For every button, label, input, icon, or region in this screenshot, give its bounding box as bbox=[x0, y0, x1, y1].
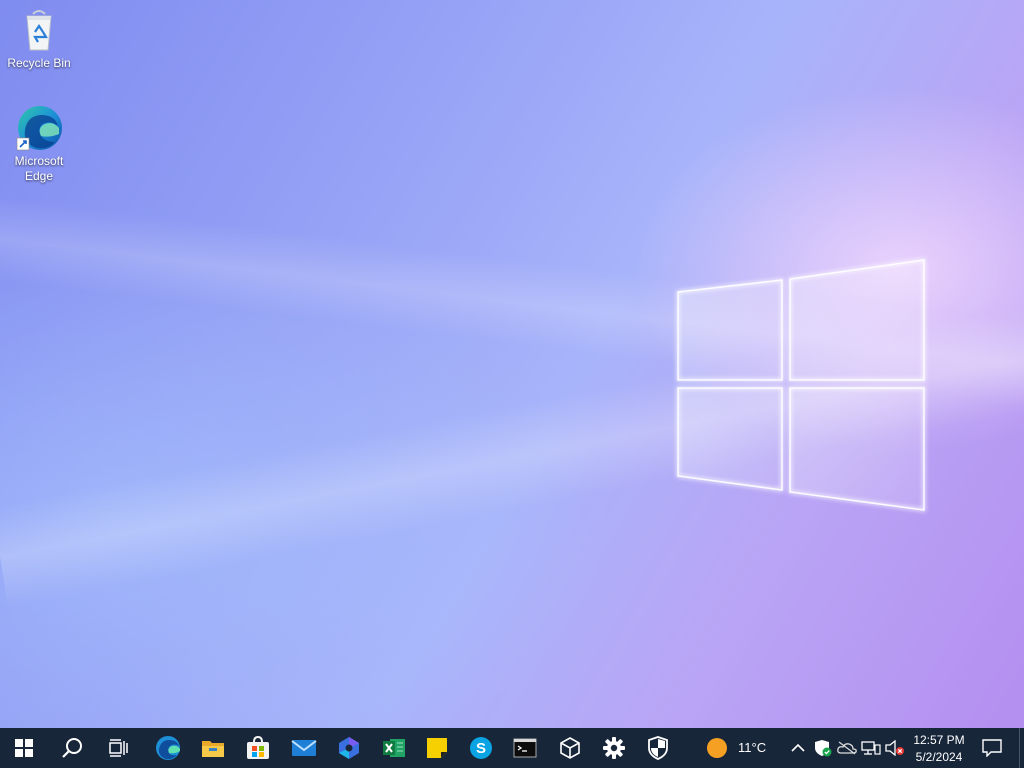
defender-icon bbox=[815, 740, 832, 757]
sun-icon bbox=[707, 738, 727, 758]
settings-icon bbox=[603, 737, 625, 759]
task-view-button[interactable] bbox=[97, 728, 141, 768]
show-hidden-icons-button[interactable] bbox=[787, 728, 809, 768]
svg-text:S: S bbox=[476, 740, 486, 757]
tray-volume[interactable] bbox=[883, 728, 907, 768]
sticky-notes-icon bbox=[427, 738, 447, 758]
task-view-icon bbox=[109, 739, 128, 757]
taskbar-app-excel[interactable] bbox=[372, 728, 416, 768]
recycle-bin-icon bbox=[15, 6, 63, 54]
taskbar-app-microsoft-store[interactable] bbox=[236, 728, 280, 768]
edge-icon bbox=[156, 736, 180, 760]
windows-logo-wallpaper bbox=[676, 258, 926, 512]
weather-temperature: 11°C bbox=[738, 740, 767, 755]
onedrive-icon bbox=[837, 741, 857, 755]
clock-date: 5/2/2024 bbox=[915, 750, 963, 764]
show-desktop-button[interactable] bbox=[1019, 728, 1024, 768]
chevron-up-icon bbox=[791, 743, 805, 752]
tray-defender[interactable] bbox=[811, 728, 835, 768]
taskbar-app-sticky-notes[interactable] bbox=[415, 728, 459, 768]
start-icon bbox=[15, 739, 33, 757]
excel-icon bbox=[383, 739, 405, 757]
copilot-icon bbox=[339, 737, 359, 759]
windows-security-icon bbox=[648, 736, 668, 760]
network-icon bbox=[861, 741, 881, 755]
clock-time: 12:57 PM bbox=[913, 733, 965, 747]
action-center-icon bbox=[982, 739, 1002, 757]
desktop-icon-label: Recycle Bin bbox=[7, 56, 71, 70]
terminal-icon bbox=[513, 738, 537, 758]
edge-icon bbox=[15, 104, 63, 152]
mail-icon bbox=[291, 740, 317, 756]
desktop-icon-microsoft-edge[interactable]: Microsoft Edge bbox=[2, 104, 76, 184]
weather-widget[interactable]: 11°C bbox=[700, 728, 780, 768]
search-button[interactable] bbox=[50, 728, 94, 768]
taskbar-app-copilot[interactable] bbox=[327, 728, 371, 768]
tray-network[interactable] bbox=[859, 728, 883, 768]
taskbar-app-file-explorer[interactable] bbox=[191, 728, 235, 768]
taskbar: S 11°C bbox=[0, 728, 1024, 768]
store-icon bbox=[247, 736, 269, 759]
taskbar-app-terminal[interactable] bbox=[503, 728, 547, 768]
search-icon bbox=[62, 738, 82, 758]
desktop: Recycle Bin Microsoft Edge bbox=[0, 0, 1024, 728]
start-button[interactable] bbox=[2, 728, 46, 768]
3d-viewer-icon bbox=[560, 737, 580, 759]
taskbar-app-edge[interactable] bbox=[146, 728, 190, 768]
taskbar-app-3d-viewer[interactable] bbox=[548, 728, 592, 768]
volume-muted-icon bbox=[885, 740, 904, 756]
taskbar-app-mail[interactable] bbox=[282, 728, 326, 768]
taskbar-app-skype[interactable]: S bbox=[459, 728, 503, 768]
action-center-button[interactable] bbox=[974, 728, 1010, 768]
desktop-icon-label: Microsoft Edge bbox=[14, 154, 64, 183]
taskbar-clock[interactable]: 12:57 PM 5/2/2024 bbox=[906, 732, 972, 766]
taskbar-app-settings[interactable] bbox=[592, 728, 636, 768]
tray-onedrive[interactable] bbox=[835, 728, 859, 768]
desktop-icon-recycle-bin[interactable]: Recycle Bin bbox=[2, 6, 76, 71]
file-explorer-icon bbox=[202, 741, 224, 757]
skype-icon: S bbox=[470, 737, 492, 759]
taskbar-app-windows-security[interactable] bbox=[636, 728, 680, 768]
